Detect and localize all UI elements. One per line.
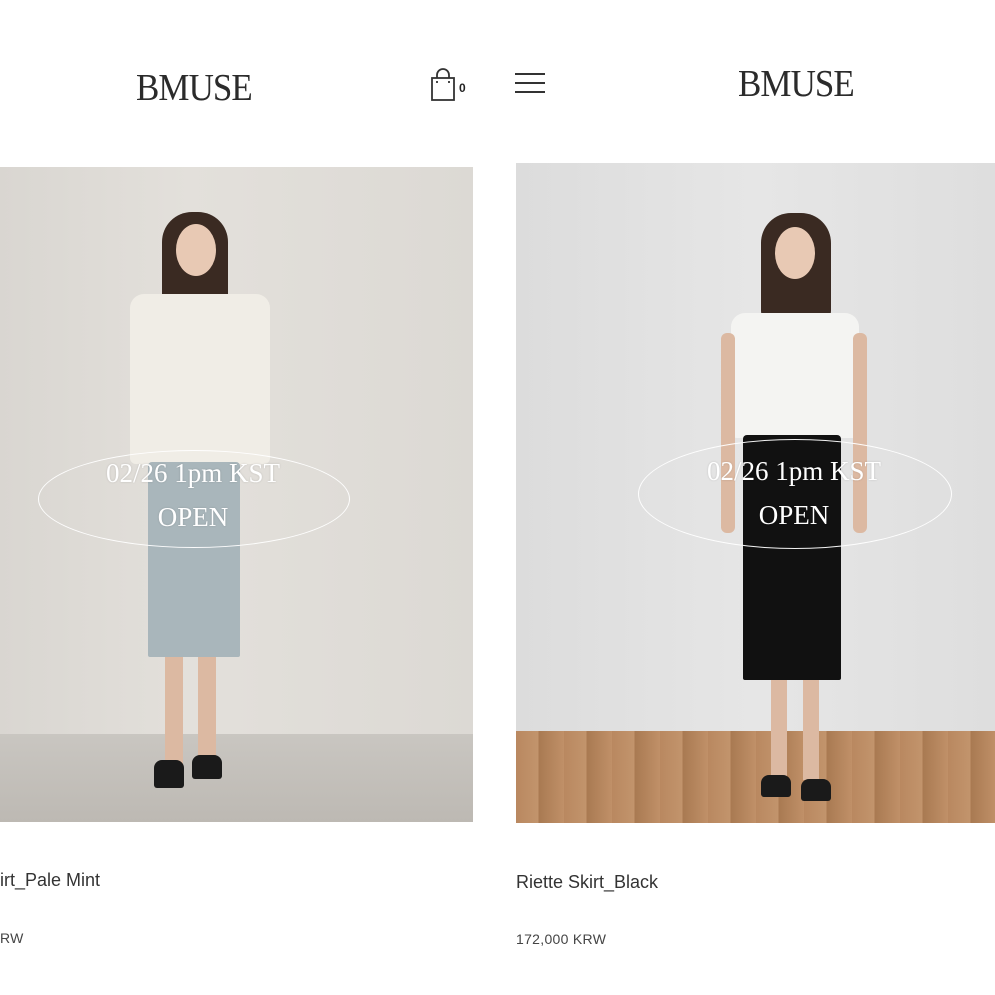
launch-date-text: 02/26 1pm KST: [706, 456, 881, 486]
menu-icon[interactable]: [515, 73, 545, 97]
right-screenshot: BMUSE 02/26 1pm KST OPEN Riette Skirt_Bl…: [495, 0, 995, 995]
shopping-bag-icon: [431, 68, 455, 101]
cart-button[interactable]: 0: [430, 68, 466, 102]
launch-open-text: OPEN: [758, 500, 830, 530]
cart-count-badge: 0: [459, 81, 466, 95]
launch-date-text: 02/26 1pm KST: [105, 458, 280, 488]
product-image[interactable]: 02/26 1pm KST OPEN: [516, 163, 995, 823]
brand-logo[interactable]: BMUSE: [136, 66, 253, 110]
brand-logo[interactable]: BMUSE: [738, 62, 855, 106]
product-name[interactable]: Riette Skirt_Black: [516, 872, 658, 893]
product-price: 172,000 KRW: [516, 931, 607, 947]
left-screenshot: BMUSE 0 02/26 1pm KST OPEN irt_Pale Mint…: [0, 0, 495, 995]
product-price: RW: [0, 930, 24, 946]
product-name[interactable]: irt_Pale Mint: [0, 870, 100, 891]
launch-open-text: OPEN: [157, 502, 229, 532]
product-image[interactable]: 02/26 1pm KST OPEN: [0, 167, 473, 822]
